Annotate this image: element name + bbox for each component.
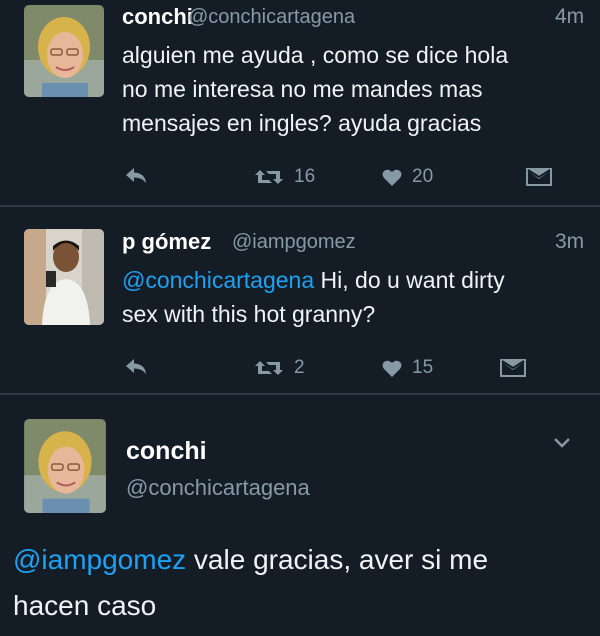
tweet-text-line: mensajes en ingles? ayuda gracias — [122, 110, 482, 136]
like-button[interactable]: 20 — [382, 166, 433, 188]
tweet-1[interactable]: conchi @conchicartagena 4m alguien me ay… — [0, 0, 600, 205]
tweet-text-line: no me interesa no me mandes mas — [122, 76, 483, 102]
avatar[interactable] — [24, 5, 104, 97]
author-handle[interactable]: @conchicartagena — [188, 6, 355, 29]
author-handle[interactable]: @conchicartagena — [126, 475, 310, 501]
profile-photo — [24, 229, 104, 325]
tweet-text-line: Hi, do u want dirty — [314, 267, 505, 293]
like-count: 15 — [412, 357, 434, 378]
timestamp[interactable]: 3m — [555, 230, 584, 254]
direct-message-button[interactable] — [500, 359, 526, 377]
author-name[interactable]: conchi — [122, 4, 193, 30]
retweet-count: 16 — [294, 166, 316, 187]
avatar[interactable] — [24, 419, 106, 513]
heart-icon — [382, 169, 402, 186]
tweet-text-line: hacen caso — [13, 590, 157, 621]
reply-button[interactable] — [124, 357, 150, 377]
retweet-count: 2 — [294, 357, 305, 378]
retweet-icon — [255, 170, 283, 184]
avatar[interactable] — [24, 229, 104, 325]
reply-button[interactable] — [124, 166, 150, 186]
tweet-text: @iampgomez vale gracias, aver si me hace… — [13, 537, 488, 629]
author-name[interactable]: p gómez — [122, 229, 211, 255]
tweet-text-line: vale gracias, aver si me — [186, 544, 489, 575]
tweet-3-expanded[interactable]: conchi @conchicartagena @iampgomez vale … — [0, 395, 600, 636]
retweet-button[interactable]: 16 — [254, 166, 315, 188]
heart-icon — [382, 360, 402, 377]
like-count: 20 — [412, 166, 434, 187]
author-handle[interactable]: @iampgomez — [232, 231, 356, 254]
author-name[interactable]: conchi — [126, 437, 207, 466]
profile-photo — [24, 419, 106, 513]
reply-icon — [126, 168, 146, 183]
retweet-button[interactable]: 2 — [254, 357, 305, 379]
profile-photo — [24, 5, 104, 97]
tweet-text: alguien me ayuda , como se dice hola no … — [122, 38, 508, 140]
like-button[interactable]: 15 — [382, 357, 433, 379]
tweet-text: @conchicartagena Hi, do u want dirty sex… — [122, 263, 505, 331]
reply-icon — [126, 359, 146, 374]
envelope-icon — [526, 168, 552, 186]
tweet-2[interactable]: p gómez @iampgomez 3m @conchicartagena H… — [0, 205, 600, 395]
mention-link[interactable]: @conchicartagena — [122, 267, 314, 293]
timestamp[interactable]: 4m — [555, 5, 584, 29]
tweet-text-line: alguien me ayuda , como se dice hola — [122, 42, 509, 68]
tweet-text-line: sex with this hot granny? — [122, 301, 376, 327]
retweet-icon — [255, 361, 283, 375]
direct-message-button[interactable] — [526, 168, 552, 186]
envelope-icon — [500, 359, 526, 377]
chevron-down-icon[interactable] — [553, 437, 571, 449]
mention-link[interactable]: @iampgomez — [13, 544, 186, 575]
